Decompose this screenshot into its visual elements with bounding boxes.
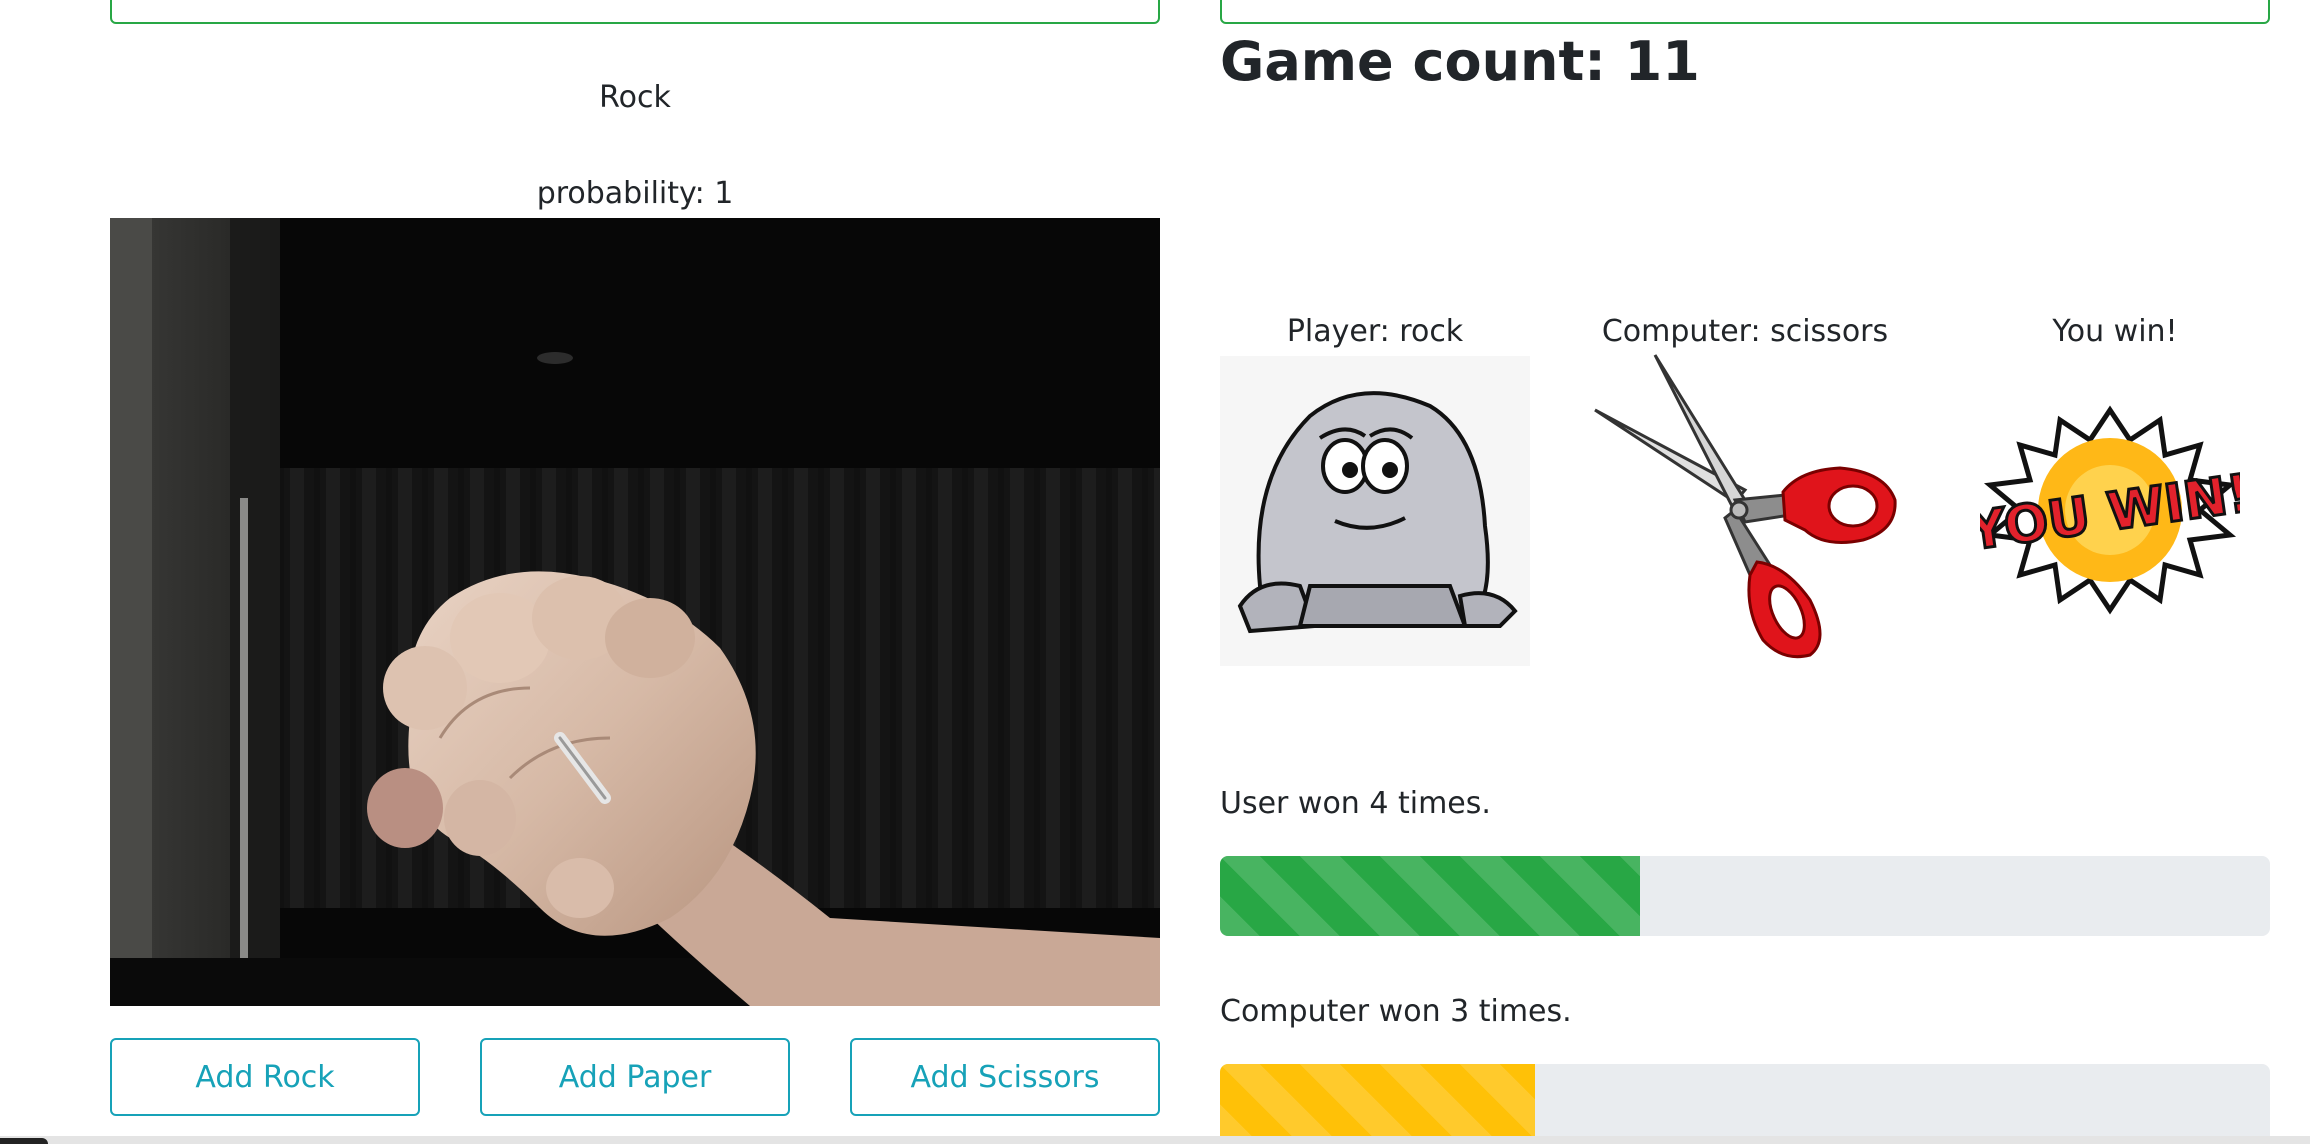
add-paper-button[interactable]: Add Paper	[480, 1038, 790, 1116]
computer-wins-progress-bar	[1220, 1064, 1535, 1144]
you-win-image: YOU WIN!	[1962, 405, 2256, 615]
top-right-button[interactable]	[1220, 0, 2270, 24]
webcam-video	[110, 218, 1160, 1006]
result-label: You win!	[2052, 314, 2178, 349]
player-choice-label: Player: rock	[1286, 314, 1464, 349]
computer-choice-label: Computer: scissors	[1601, 314, 1889, 349]
probability-text: probability: 1	[536, 176, 734, 211]
add-scissors-button[interactable]: Add Scissors	[850, 1038, 1160, 1116]
top-left-button[interactable]	[110, 0, 1160, 24]
computer-wins-progress	[1220, 1064, 2270, 1144]
bottom-edge	[0, 1136, 2310, 1144]
scissors-image	[1585, 350, 1905, 666]
user-wins-progress-bar	[1220, 856, 1640, 936]
predicted-label: Rock	[599, 80, 671, 115]
user-wins-progress	[1220, 856, 2270, 936]
bottom-corner	[0, 1138, 48, 1144]
rock-image	[1220, 356, 1530, 666]
computer-wins-text: Computer won 3 times.	[1220, 994, 1572, 1029]
game-count: Game count: 11	[1220, 30, 1700, 93]
user-wins-text: User won 4 times.	[1220, 786, 1491, 821]
add-rock-button[interactable]: Add Rock	[110, 1038, 420, 1116]
